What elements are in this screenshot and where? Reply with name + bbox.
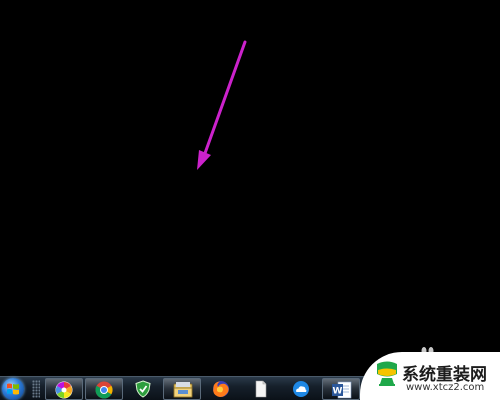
- blank-document-icon: [255, 380, 267, 398]
- word-document-icon: W: [332, 381, 352, 399]
- taskbar-item-cloud-app[interactable]: [283, 378, 321, 400]
- taskbar-item-photo-viewer[interactable]: [45, 378, 83, 400]
- taskbar-item-word[interactable]: W: [322, 378, 360, 400]
- blue-cloud-circle-icon: [293, 381, 309, 397]
- green-shield-icon: [135, 380, 151, 398]
- green-monitor-logo-icon: [377, 361, 397, 386]
- firefox-icon: [213, 381, 229, 397]
- taskbar-item-file-explorer[interactable]: [163, 378, 201, 400]
- folder-library-icon: [173, 382, 193, 398]
- taskbar-item-firefox[interactable]: [203, 378, 241, 400]
- taskbar-item-security[interactable]: [125, 378, 163, 400]
- annotation-arrow: [197, 40, 247, 170]
- colorful-pinwheel-icon: [55, 381, 73, 399]
- desktop: W 系统重装网 www.xtcz2.com: [0, 0, 500, 400]
- taskbar-item-blank-file[interactable]: [243, 378, 281, 400]
- chrome-icon: [95, 381, 113, 399]
- watermark-url: www.xtcz2.com: [406, 382, 485, 393]
- taskbar-grip[interactable]: [32, 380, 40, 398]
- watermark: 系统重装网 www.xtcz2.com: [360, 352, 500, 400]
- taskbar-item-chrome[interactable]: [85, 378, 123, 400]
- start-button[interactable]: [2, 378, 24, 400]
- svg-text:W: W: [333, 387, 343, 397]
- windows-logo-icon: [7, 383, 19, 395]
